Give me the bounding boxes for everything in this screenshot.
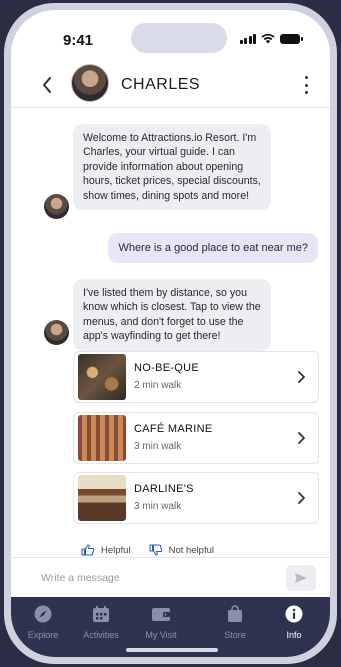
thumbs-up-icon — [81, 544, 95, 556]
bot-avatar — [44, 320, 69, 345]
tab-explore[interactable]: Explore — [13, 605, 73, 640]
home-indicator — [126, 648, 218, 652]
info-icon — [285, 605, 303, 623]
place-name: NO-BE-QUE — [134, 362, 200, 374]
user-message: Where is a good place to eat near me? — [108, 233, 318, 263]
place-card-no-be-que[interactable]: NO-BE-QUE 2 min walk — [73, 351, 319, 403]
chevron-right-icon — [298, 432, 305, 444]
restaurant-photo — [78, 415, 126, 461]
more-options-button[interactable] — [302, 76, 310, 94]
status-time: 9:41 — [63, 32, 94, 49]
helpful-button[interactable]: Helpful — [81, 544, 131, 556]
thumbs-down-icon — [149, 544, 162, 556]
place-walk-time: 3 min walk — [134, 501, 182, 512]
tab-label: My Visit — [145, 630, 177, 640]
chevron-right-icon — [298, 492, 305, 504]
restaurant-photo — [78, 354, 126, 400]
phone-frame: 9:41 CHARLES Welcome to Attractions.io R… — [4, 3, 337, 664]
chat-header: CHARLES — [11, 62, 330, 108]
send-button[interactable] — [286, 565, 316, 591]
bot-message-reply: I've listed them by distance, so you kno… — [73, 279, 271, 351]
chevron-right-icon — [298, 371, 305, 383]
feedback-row: Helpful Not helpful — [81, 544, 214, 556]
place-card-cafe-marine[interactable]: CAFÉ MARINE 3 min walk — [73, 412, 319, 464]
tab-activities[interactable]: Activities — [71, 605, 131, 640]
tab-my-visit[interactable]: My Visit — [131, 605, 191, 640]
bot-avatar — [44, 194, 69, 219]
shopping-bag-icon — [228, 605, 242, 622]
restaurant-photo — [78, 475, 126, 521]
tab-label: Activities — [83, 630, 119, 640]
more-vertical-icon — [304, 76, 308, 79]
calendar-icon — [93, 606, 109, 622]
send-icon — [295, 573, 307, 583]
tab-store[interactable]: Store — [205, 605, 265, 640]
place-walk-time: 2 min walk — [134, 380, 182, 391]
wifi-icon — [261, 34, 275, 44]
message-input[interactable] — [41, 569, 261, 587]
helpful-label: Helpful — [101, 544, 131, 556]
phone-screen: 9:41 CHARLES Welcome to Attractions.io R… — [11, 10, 330, 657]
status-bar: 9:41 — [11, 10, 330, 62]
dynamic-island — [131, 23, 227, 53]
back-button[interactable] — [37, 74, 57, 96]
not-helpful-label: Not helpful — [168, 544, 214, 556]
message-composer — [11, 557, 330, 597]
bot-message-welcome: Welcome to Attractions.io Resort. I'm Ch… — [73, 124, 271, 211]
charles-avatar — [71, 64, 109, 102]
tab-label: Explore — [27, 630, 59, 640]
place-card-darlines[interactable]: DARLINE'S 3 min walk — [73, 472, 319, 524]
place-walk-time: 3 min walk — [134, 441, 182, 452]
tab-label: Info — [286, 630, 302, 640]
not-helpful-button[interactable]: Not helpful — [149, 544, 214, 556]
tab-info[interactable]: Info — [264, 605, 324, 640]
compass-icon — [34, 605, 52, 623]
tab-bar: Explore Activities My Visit Store Info — [11, 597, 330, 657]
chevron-left-icon — [43, 77, 51, 93]
battery-icon — [280, 34, 303, 44]
place-name: CAFÉ MARINE — [134, 423, 213, 435]
status-icons — [239, 34, 303, 44]
place-name: DARLINE'S — [134, 483, 194, 495]
chat-title: CHARLES — [121, 76, 201, 93]
tab-label: Store — [224, 630, 246, 640]
signal-icon — [239, 34, 256, 44]
wallet-icon — [152, 608, 170, 621]
